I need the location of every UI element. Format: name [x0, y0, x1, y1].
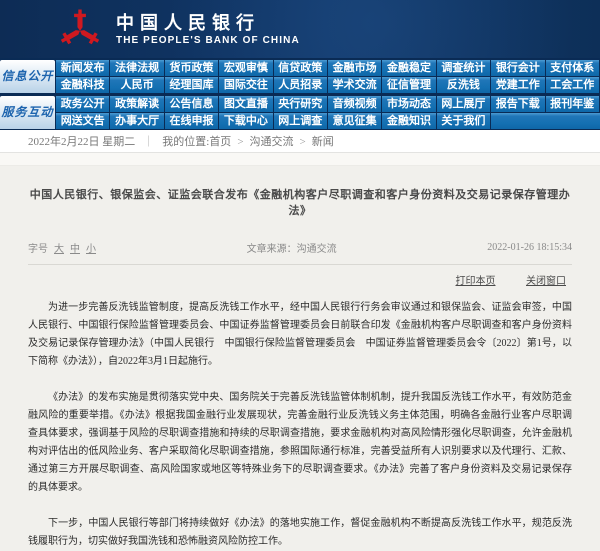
nav-item-意见征集[interactable]: 意见征集	[328, 113, 382, 129]
current-date: 2022年2月22日 星期二	[28, 133, 135, 149]
crumb-separator: >	[300, 136, 306, 148]
nav-item-金融市场[interactable]: 金融市场	[328, 60, 382, 76]
breadcrumb-pipe: ｜	[143, 133, 154, 149]
nav-item-人民币[interactable]: 人民币	[110, 77, 164, 93]
divider-strip	[0, 153, 600, 166]
nav-item-新闻发布[interactable]: 新闻发布	[56, 60, 110, 76]
nav-item-党建工作[interactable]: 党建工作	[491, 77, 545, 93]
main-navigation: 信息公开 服务互动 新闻发布法律法规货币政策宏观审慎信贷政策金融市场金融稳定调查…	[0, 58, 600, 130]
bank-name-cn: 中国人民银行	[116, 12, 300, 34]
nav-row: 网送文告办事大厅在线申报下载中心网上调查意见征集金融知识关于我们	[56, 113, 600, 129]
nav-item-货币政策[interactable]: 货币政策	[165, 60, 219, 76]
nav-item-支付体系[interactable]: 支付体系	[546, 60, 600, 76]
nav-item-银行会计[interactable]: 银行会计	[491, 60, 545, 76]
nav-item-工会工作[interactable]: 工会工作	[546, 77, 600, 93]
article-actions: 打印本页 关闭窗口	[28, 265, 572, 287]
breadcrumb-沟通交流[interactable]: 沟通交流	[250, 136, 294, 148]
article-body: 为进一步完善反洗钱监管制度，提高反洗钱工作水平，经中国人民银行行务会审议通过和银…	[28, 299, 572, 551]
nav-item-征信管理[interactable]: 征信管理	[382, 77, 436, 93]
nav-item-公告信息[interactable]: 公告信息	[165, 96, 219, 112]
nav-item-金融知识[interactable]: 金融知识	[382, 113, 436, 129]
nav-item-央行研究[interactable]: 央行研究	[274, 96, 328, 112]
article-paragraph: 《办法》的发布实施是贯彻落实党中央、国务院关于完善反洗钱监管体制机制，提升我国反…	[28, 389, 572, 497]
breadcrumb: 首页 > 沟通交流 > 新闻	[209, 133, 333, 149]
font-size-option-大[interactable]: 大	[54, 244, 64, 255]
nav-item-网上展厅[interactable]: 网上展厅	[437, 96, 491, 112]
nav-item-办事大厅[interactable]: 办事大厅	[110, 113, 164, 129]
article-content: 中国人民银行、银保监会、证监会联合发布《金融机构客户尽职调查和客户身份资料及交易…	[0, 166, 600, 454]
nav-item-金融科技[interactable]: 金融科技	[56, 77, 110, 93]
nav-item-网送文告[interactable]: 网送文告	[56, 113, 110, 129]
nav-item-音频视频[interactable]: 音频视频	[328, 96, 382, 112]
breadcrumb-新闻[interactable]: 新闻	[312, 136, 334, 148]
nav-item-信贷政策[interactable]: 信贷政策	[274, 60, 328, 76]
nav-item-市场动态[interactable]: 市场动态	[382, 96, 436, 112]
breadcrumb-首页[interactable]: 首页	[209, 136, 231, 148]
nav-item-国际交往[interactable]: 国际交往	[219, 77, 273, 93]
article-paragraph: 下一步，中国人民银行等部门将持续做好《办法》的落地实施工作，督促金融机构不断提高…	[28, 515, 572, 551]
nav-item-金融稳定[interactable]: 金融稳定	[382, 60, 436, 76]
font-size-option-小[interactable]: 小	[86, 244, 96, 255]
print-page-link[interactable]: 打印本页	[456, 276, 496, 287]
close-window-link[interactable]: 关闭窗口	[526, 276, 566, 287]
site-header: 中国人民银行 THE PEOPLE'S BANK OF CHINA	[0, 0, 600, 58]
font-size-option-中[interactable]: 中	[70, 244, 80, 255]
nav-side-column: 信息公开 服务互动	[0, 60, 55, 129]
source-label: 文章来源：	[247, 244, 297, 255]
nav-item-法律法规[interactable]: 法律法规	[110, 60, 164, 76]
location-label: 我的位置:	[162, 133, 209, 149]
nav-item-政务公开[interactable]: 政务公开	[56, 96, 110, 112]
nav-item-网上调查[interactable]: 网上调查	[274, 113, 328, 129]
bank-name-en: THE PEOPLE'S BANK OF CHINA	[116, 34, 300, 47]
bank-names: 中国人民银行 THE PEOPLE'S BANK OF CHINA	[116, 12, 300, 47]
nav-item-关于我们[interactable]: 关于我们	[437, 113, 491, 129]
pboc-emblem-icon[interactable]	[58, 7, 102, 51]
font-size-label: 字号	[28, 244, 48, 255]
nav-item-报刊年鉴[interactable]: 报刊年鉴	[546, 96, 600, 112]
nav-item-宏观审慎[interactable]: 宏观审慎	[219, 60, 273, 76]
nav-item-学术交流[interactable]: 学术交流	[328, 77, 382, 93]
nav-item-政策解读[interactable]: 政策解读	[110, 96, 164, 112]
nav-grid: 新闻发布法律法规货币政策宏观审慎信贷政策金融市场金融稳定调查统计银行会计支付体系…	[56, 60, 600, 129]
nav-row: 新闻发布法律法规货币政策宏观审慎信贷政策金融市场金融稳定调查统计银行会计支付体系	[56, 60, 600, 76]
nav-item-下载中心[interactable]: 下载中心	[219, 113, 273, 129]
article-title: 中国人民银行、银保监会、证监会联合发布《金融机构客户尽职调查和客户身份资料及交易…	[28, 166, 572, 218]
nav-section-information-disclosure[interactable]: 信息公开	[0, 60, 55, 93]
nav-item-反洗钱[interactable]: 反洗钱	[437, 77, 491, 93]
article-meta-row: 字号大中小 文章来源：沟通交流 2022-01-26 18:15:34	[28, 240, 572, 265]
nav-item-调查统计[interactable]: 调查统计	[437, 60, 491, 76]
nav-section-service-interaction[interactable]: 服务互动	[0, 96, 55, 129]
nav-item-人员招录[interactable]: 人员招录	[274, 77, 328, 93]
nav-item-报告下载[interactable]: 报告下载	[491, 96, 545, 112]
crumb-separator: >	[237, 136, 243, 148]
nav-row: 政务公开政策解读公告信息图文直播央行研究音频视频市场动态网上展厅报告下载报刊年鉴	[56, 96, 600, 112]
nav-item-经理国库[interactable]: 经理国库	[165, 77, 219, 93]
source-value: 沟通交流	[297, 244, 337, 255]
font-size-controls: 字号大中小	[28, 240, 96, 255]
article-datetime: 2022-01-26 18:15:34	[487, 242, 572, 253]
article-paragraph: 为进一步完善反洗钱监管制度，提高反洗钱工作水平，经中国人民银行行务会审议通过和银…	[28, 299, 572, 371]
breadcrumb-bar: 2022年2月22日 星期二 ｜ 我的位置: 首页 > 沟通交流 > 新闻	[0, 130, 600, 153]
nav-item-图文直播[interactable]: 图文直播	[219, 96, 273, 112]
nav-item-在线申报[interactable]: 在线申报	[165, 113, 219, 129]
nav-row: 金融科技人民币经理国库国际交往人员招录学术交流征信管理反洗钱党建工作工会工作	[56, 77, 600, 93]
article-source: 文章来源：沟通交流	[96, 240, 487, 255]
